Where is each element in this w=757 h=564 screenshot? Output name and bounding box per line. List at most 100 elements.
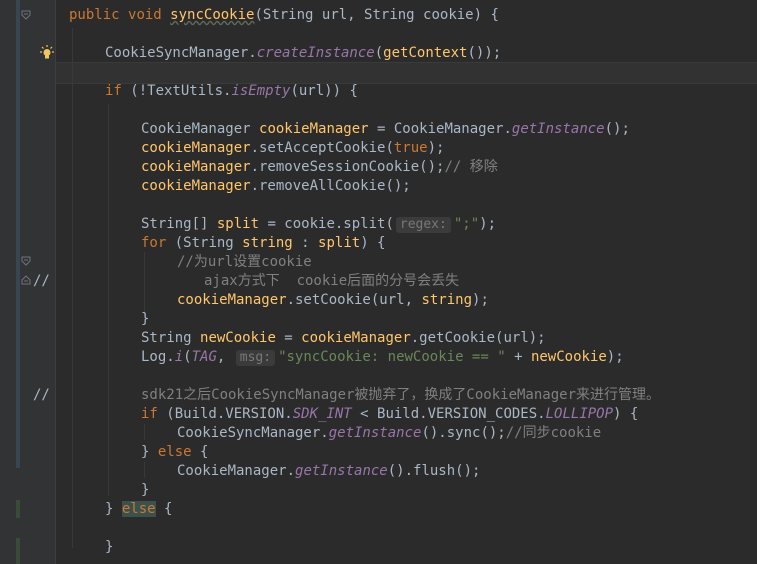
code-text: CookieManager [141, 121, 260, 137]
code-text: CookieSyncManager. [105, 45, 257, 61]
code-text: ) { [613, 406, 639, 422]
code-line[interactable]: CookieSyncManager.createInstance(getCont… [105, 44, 501, 63]
keyword: if [141, 406, 158, 422]
code-line[interactable]: if (Build.VERSION.SDK_INT < Build.VERSIO… [141, 405, 638, 424]
code-text: } [105, 539, 114, 555]
code-line[interactable]: } [141, 481, 149, 500]
code-line[interactable]: cookieManager.setCookie(url, string); [177, 291, 489, 310]
fold-collapse-icon[interactable] [21, 256, 31, 266]
local-variable: string [242, 235, 293, 251]
local-variable: cookieManager [259, 121, 369, 137]
local-variable: newCookie [530, 349, 607, 365]
static-method-call: i [174, 349, 184, 365]
code-text: ); [479, 216, 496, 232]
local-variable: split [216, 216, 260, 232]
local-variable: cookieManager [141, 159, 251, 175]
code-text: } [141, 311, 150, 327]
line-comment: //为url设置cookie [177, 254, 312, 270]
static-field: LOLLIPOP [545, 406, 614, 422]
code-text: (String [166, 235, 243, 251]
static-method-call: getInstance [328, 425, 422, 441]
code-line[interactable]: CookieManager cookieManager = CookieMana… [141, 120, 630, 139]
code-line[interactable]: //为url设置cookie [177, 253, 312, 272]
static-method-call: getInstance [295, 463, 388, 479]
code-line[interactable]: for (String string : split) { [141, 234, 385, 253]
code-text: } [105, 501, 122, 517]
code-text: String[] [141, 216, 217, 232]
string-literal: "syncCookie: newCookie == " [278, 349, 506, 365]
code-line[interactable]: CookieSyncManager.getInstance().sync();/… [177, 424, 601, 443]
code-line[interactable]: cookieManager.removeSessionCookie();// 移… [141, 158, 498, 177]
code-text: } [141, 482, 150, 498]
fold-collapse-icon[interactable] [21, 10, 31, 20]
code-line[interactable]: public void syncCookie(String url, Strin… [69, 6, 499, 25]
editor-gutter: // // [0, 0, 56, 564]
code-line[interactable]: sdk21之后CookieSyncManager被抛弃了，换成了CookieMa… [141, 386, 660, 405]
code-editor[interactable]: // // public void syncCookie(String url,… [0, 0, 757, 564]
static-field: SDK_INT [292, 406, 352, 422]
code-text: (); [604, 121, 630, 137]
code-text: + [505, 349, 531, 365]
block-comment-text: ajax方式下 cookie后面的分号会丢失 [204, 273, 460, 289]
code-line[interactable]: cookieManager.removeAllCookie(); [141, 177, 411, 196]
gutter-comment-marker: // [33, 273, 50, 289]
code-line[interactable]: String[] split = cookie.split(regex: ";")… [141, 215, 496, 234]
vcs-change-bar [16, 0, 20, 564]
static-method-call: createInstance [256, 45, 375, 61]
code-line[interactable]: if (!TextUtils.isEmpty(url)) { [105, 82, 358, 101]
code-text: .getCookie(url); [410, 330, 546, 346]
change-marker-modified[interactable] [16, 0, 20, 468]
indent-guide [72, 28, 73, 548]
code-line[interactable]: } [105, 538, 113, 557]
change-marker-added[interactable] [16, 500, 20, 518]
code-line[interactable]: CookieManager.getInstance().flush(); [177, 462, 480, 481]
local-variable: cookieManager [141, 140, 251, 156]
indent-guide [144, 424, 145, 440]
static-method-call: isEmpty [231, 83, 291, 99]
code-text: = [275, 330, 302, 346]
keyword: void [128, 7, 162, 23]
code-text: CookieManager. [177, 463, 296, 479]
code-line[interactable]: } [141, 310, 149, 329]
gutter-comment-marker: // [33, 387, 50, 403]
code-text: ) { [360, 235, 386, 251]
local-variable: newCookie [200, 330, 276, 346]
parameter-hint: regex: [395, 217, 451, 233]
code-text: .removeSessionCookie(); [250, 159, 445, 175]
keyword: for [141, 235, 167, 251]
code-text: ( [183, 349, 192, 365]
keyword-highlighted: else [121, 501, 156, 517]
local-variable: cookieManager [177, 292, 287, 308]
indent-guide [144, 462, 145, 478]
code-line[interactable]: Log.i(TAG, msg: "syncCookie: newCookie ==… [141, 348, 624, 367]
keyword: if [105, 83, 122, 99]
fold-expand-icon[interactable] [21, 275, 31, 285]
code-text: .removeAllCookie(); [250, 178, 411, 194]
code-line[interactable]: cookieManager.setAcceptCookie(true); [141, 139, 444, 158]
code-line[interactable]: } else { [141, 443, 208, 462]
code-text: { [155, 501, 173, 517]
change-marker-added[interactable] [16, 538, 20, 564]
code-text: String [141, 330, 201, 346]
code-line[interactable]: ajax方式下 cookie后面的分号会丢失 [204, 272, 459, 291]
code-text: ); [472, 292, 489, 308]
code-text: : [292, 235, 319, 251]
static-field: TAG [191, 349, 217, 365]
caret-row-highlight [56, 62, 757, 84]
code-text: = CookieManager. [368, 121, 512, 137]
intention-bulb-icon[interactable] [38, 44, 56, 63]
code-text: < Build.VERSION_CODES. [351, 406, 546, 422]
code-text: .setCookie(url, [286, 292, 422, 308]
code-text: , [216, 349, 234, 365]
code-text: (url)) { [290, 83, 358, 99]
keyword: true [393, 140, 428, 156]
code-text: { [191, 444, 209, 460]
keyword: else [157, 444, 192, 460]
code-line[interactable]: } else { [105, 500, 172, 519]
block-comment-text: sdk21之后CookieSyncManager被抛弃了，换成了CookieMa… [141, 387, 661, 403]
code-text: Log. [141, 349, 175, 365]
line-comment: // 移除 [444, 159, 498, 175]
code-line[interactable]: String newCookie = cookieManager.getCook… [141, 329, 546, 348]
code-text: .setAcceptCookie( [250, 140, 394, 156]
local-variable: cookieManager [141, 178, 251, 194]
